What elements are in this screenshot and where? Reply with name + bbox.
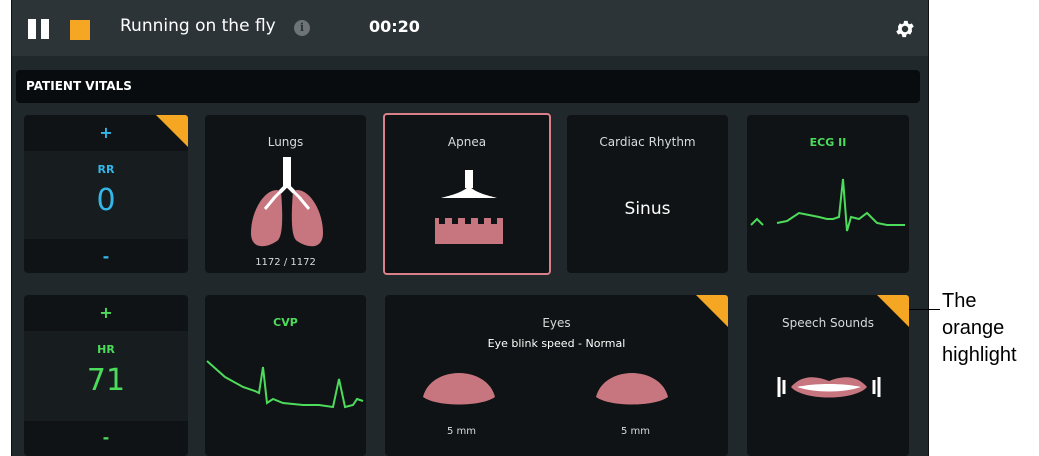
top-bar: Running on the fly i 00:20 — [12, 0, 928, 56]
lungs-label: Lungs — [267, 135, 304, 149]
apnea-card[interactable]: Apnea — [383, 113, 551, 275]
apnea-label: Apnea — [447, 135, 487, 149]
stop-icon[interactable] — [70, 20, 90, 40]
cardiac-rhythm-value: Sinus — [624, 199, 671, 219]
ecg-label: ECG II — [809, 136, 847, 149]
hr-label: HR — [97, 343, 115, 356]
rr-value: 0 — [96, 183, 116, 218]
left-pupil-size: 5 mm — [447, 426, 477, 437]
lungs-volume: 1172 / 1172 — [255, 257, 316, 268]
orange-highlight-corner — [156, 115, 188, 147]
patient-vitals-header: PATIENT VITALS — [16, 70, 920, 103]
pause-icon[interactable] — [28, 19, 50, 39]
hr-decrease-button[interactable]: - — [24, 428, 188, 447]
mouth-icon — [777, 377, 881, 398]
info-icon[interactable]: i — [294, 20, 310, 36]
cvp-waveform — [206, 360, 364, 409]
hr-display: HR 71 — [24, 331, 188, 421]
elapsed-timer: 00:20 — [369, 17, 420, 36]
apnea-icon — [435, 170, 503, 244]
rr-display: RR 0 — [24, 151, 188, 239]
annotation-line-3: highlight — [942, 344, 1017, 366]
annotation-line-2: orange — [942, 317, 1005, 339]
hr-vital-card: + HR 71 - — [24, 295, 188, 456]
right-pupil-size: 5 mm — [621, 426, 651, 437]
cvp-card[interactable]: CVP — [205, 295, 366, 456]
eyes-card[interactable]: Eyes Eye blink speed - Normal 5 mm 5 mm — [385, 295, 728, 456]
annotation-pointer-line — [909, 309, 940, 310]
cardiac-rhythm-card[interactable]: Cardiac Rhythm Sinus — [567, 115, 728, 273]
left-eye-icon — [423, 373, 495, 405]
ecg-waveform — [750, 178, 905, 232]
annotation-line-1: The — [942, 290, 977, 312]
gear-icon[interactable] — [894, 18, 916, 40]
rr-decrease-button[interactable]: - — [24, 247, 188, 266]
hr-value: 71 — [86, 363, 126, 398]
rr-label: RR — [97, 163, 115, 176]
hr-increase-button[interactable]: + — [24, 303, 188, 322]
rr-vital-card: + RR 0 - — [24, 115, 188, 273]
annotation-label: The orange highlight — [942, 288, 1017, 369]
eyes-label: Eyes — [542, 316, 571, 330]
cardiac-rhythm-label: Cardiac Rhythm — [599, 135, 696, 149]
cvp-label: CVP — [273, 316, 298, 329]
lungs-card[interactable]: Lungs 1172 / 1172 — [205, 115, 366, 273]
section-title: PATIENT VITALS — [26, 79, 132, 93]
eye-blink-speed: Eye blink speed - Normal — [487, 337, 626, 350]
scenario-title: Running on the fly — [120, 16, 276, 36]
simulator-app: Running on the fly i 00:20 PATIENT VITAL… — [11, 0, 929, 456]
orange-highlight-corner — [696, 295, 728, 327]
speech-sounds-card[interactable]: Speech Sounds — [747, 295, 909, 456]
ecg-card[interactable]: ECG II — [747, 115, 909, 273]
orange-highlight-corner — [877, 295, 909, 327]
lungs-icon — [251, 157, 323, 247]
right-eye-icon — [596, 373, 668, 405]
